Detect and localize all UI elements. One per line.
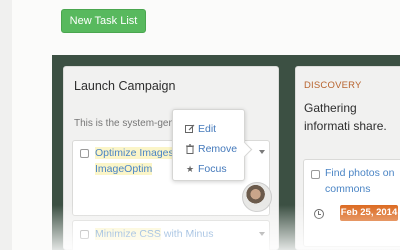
clock-icon: [314, 209, 324, 219]
due-date-badge[interactable]: Feb 25, 2014: [340, 205, 398, 221]
task-checkbox[interactable]: [80, 230, 89, 239]
task-checkbox[interactable]: [80, 149, 89, 158]
new-task-list-button[interactable]: New Task List: [61, 9, 146, 33]
menu-item-label: Remove: [198, 143, 238, 155]
list-category: DISCOVERY: [304, 80, 362, 91]
task-checkbox[interactable]: [311, 170, 320, 179]
avatar[interactable]: [242, 182, 272, 212]
star-icon: ★: [185, 163, 195, 174]
task-card[interactable]: Minimize CSS with Minus: [72, 220, 270, 250]
task-options-menu: Edit Remove ★ Focus: [172, 109, 245, 181]
menu-item-edit[interactable]: Edit: [185, 123, 216, 135]
caret-down-icon[interactable]: [259, 150, 265, 154]
task-title[interactable]: Find photos on commons: [325, 165, 400, 197]
trash-icon: [185, 144, 195, 154]
task-title-part: Optimize Images: [95, 147, 174, 159]
task-list-launch-campaign: Launch Campaign This is the system-gener…: [63, 66, 279, 250]
task-title[interactable]: Minimize CSS with Minus: [95, 226, 255, 242]
list-title[interactable]: Launch Campaign: [74, 79, 175, 93]
list-title[interactable]: Gathering informati share.: [304, 99, 400, 135]
caret-down-icon[interactable]: [259, 232, 265, 236]
task-title-part: ImageOptim: [95, 163, 153, 175]
menu-item-label: Edit: [198, 123, 217, 135]
menu-item-remove[interactable]: Remove: [185, 143, 237, 155]
pencil-icon: [185, 124, 195, 134]
task-title-part: Minimize CSS: [95, 228, 161, 240]
task-card[interactable]: Find photos on commons Feb 25, 2014: [303, 159, 400, 247]
menu-item-focus[interactable]: ★ Focus: [185, 163, 227, 175]
task-title-part: with Minus: [163, 228, 214, 240]
sidebar-strip: [0, 0, 12, 250]
task-list-discovery: DISCOVERY Gathering informati share. Fin…: [295, 66, 400, 250]
menu-item-label: Focus: [198, 163, 227, 175]
